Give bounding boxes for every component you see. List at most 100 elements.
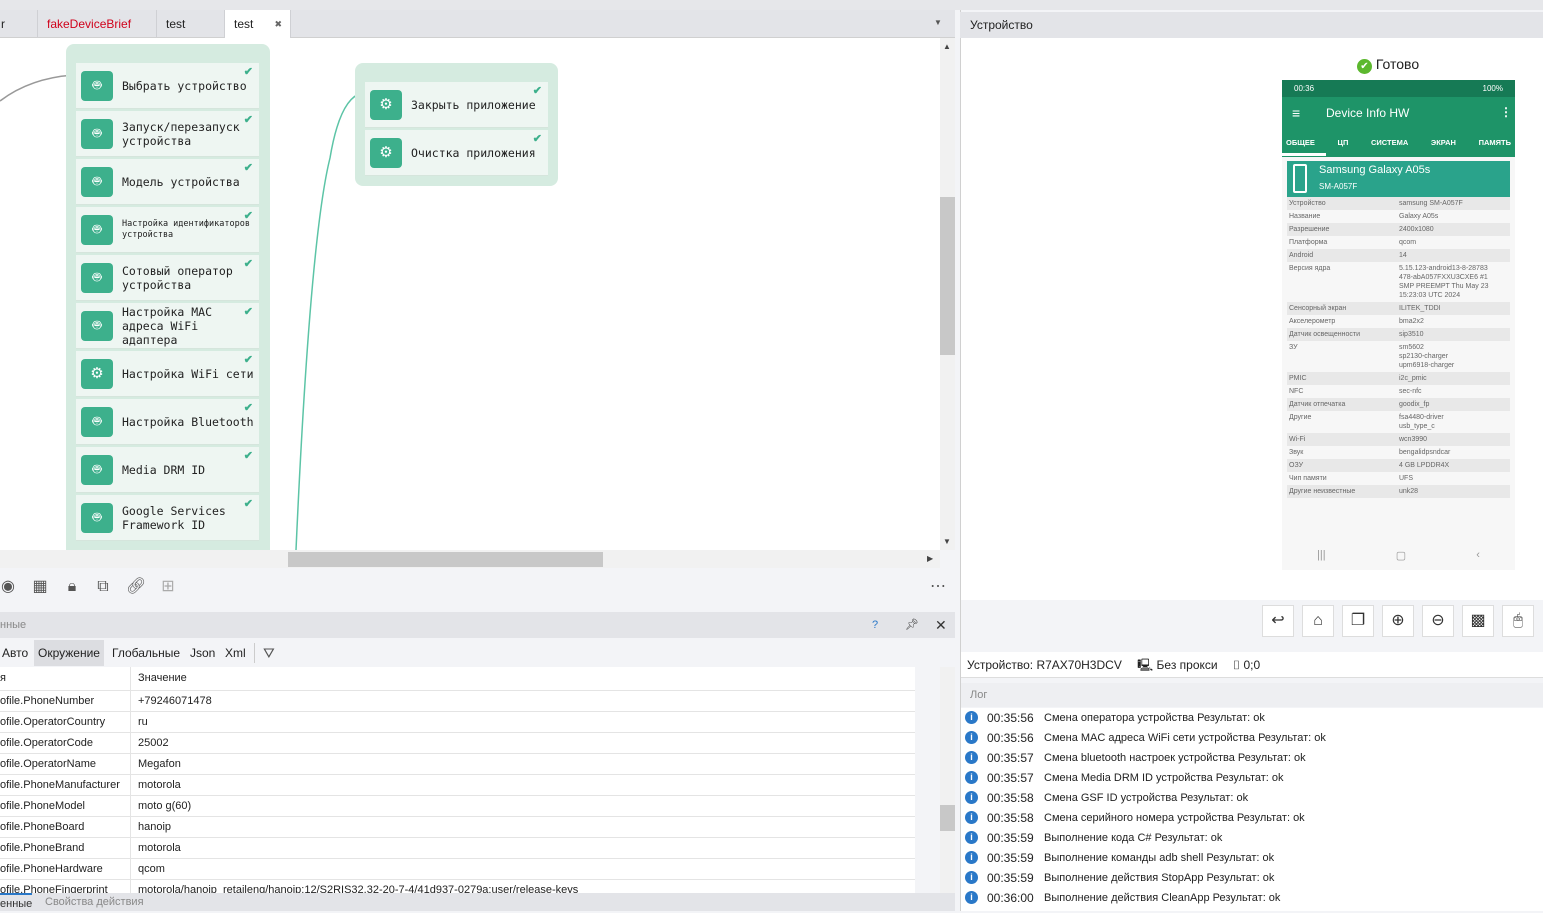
link-icon[interactable]: 🔗︎ bbox=[126, 577, 146, 597]
property-value: fsa4480-driver usb_type_c bbox=[1399, 414, 1444, 430]
action-node[interactable]: ⚙ Настройка WiFi сети ✔ bbox=[76, 351, 259, 397]
phone-tab[interactable]: ПАМЯТЬ bbox=[1479, 138, 1511, 147]
phone-tab[interactable]: ОБЩЕЕ bbox=[1286, 138, 1315, 147]
variables-scroll-thumb[interactable] bbox=[940, 805, 955, 831]
variables-tab[interactable]: Окружение bbox=[34, 640, 104, 666]
property-row: PMIC i2c_pmic bbox=[1287, 372, 1510, 385]
variables-tab[interactable]: Xml bbox=[221, 640, 250, 666]
zoom-out-button[interactable]: ⊖ bbox=[1422, 605, 1454, 637]
variables-vscrollbar[interactable] bbox=[940, 667, 955, 893]
variables-tab[interactable]: Json bbox=[186, 640, 219, 666]
table-row[interactable]: ofile.PhoneFingerprint motorola/hanoip_re… bbox=[0, 880, 915, 893]
variables-tab[interactable]: Глобальные bbox=[108, 640, 184, 666]
info-icon: i bbox=[965, 711, 978, 724]
tabs-dropdown-icon[interactable]: ▼ bbox=[934, 18, 942, 27]
log-message: Смена оператора устройства Результат: ok bbox=[1044, 712, 1265, 724]
action-node[interactable]: 🤖︎ Настройка идентификаторов устройства ✔ bbox=[76, 207, 259, 253]
scroll-down-icon[interactable]: ▼ bbox=[943, 537, 951, 546]
android-icon: 🤖︎ bbox=[81, 311, 113, 341]
table-row[interactable]: ofile.OperatorCode 25002 bbox=[0, 733, 915, 754]
phone-tab[interactable]: ЦП bbox=[1337, 138, 1348, 147]
action-node[interactable]: 🤖︎ Модель устройства ✔ bbox=[76, 159, 259, 205]
more-vert-icon[interactable]: ⋮ bbox=[1500, 105, 1512, 119]
property-row: Wi-Fi wcn3990 bbox=[1287, 433, 1510, 446]
table-row[interactable]: ofile.OperatorName Megafon bbox=[0, 754, 915, 775]
action-node[interactable]: 🤖︎ Выбрать устройство ✔ bbox=[76, 63, 259, 109]
editor-tab[interactable]: test ✖ bbox=[225, 10, 291, 38]
property-name: Платформа bbox=[1289, 239, 1328, 246]
recent-apps-icon[interactable]: ||| bbox=[1317, 549, 1326, 561]
property-row: Android 14 bbox=[1287, 249, 1510, 262]
help-icon[interactable]: ? bbox=[872, 612, 878, 638]
action-node[interactable]: 🤖︎ Запуск/перезапуск устройства ✔ bbox=[76, 111, 259, 157]
table-row[interactable]: ofile.PhoneManufacturer motorola bbox=[0, 775, 915, 796]
table-row[interactable]: ofile.PhoneNumber +79246071478 bbox=[0, 691, 915, 712]
variables-tab[interactable]: Авто bbox=[0, 640, 32, 666]
action-node[interactable]: 🤖︎ Настройка Bluetooth ✔ bbox=[76, 399, 259, 445]
editor-tab[interactable]: test bbox=[157, 10, 225, 38]
pin-icon[interactable]: 📌︎ bbox=[905, 612, 919, 638]
zoom-in-button[interactable]: ⊕ bbox=[1382, 605, 1414, 637]
action-node[interactable]: ⚙ Закрыть приложение ✔ bbox=[365, 82, 548, 128]
variable-name: ofile.OperatorCountry bbox=[0, 712, 131, 733]
property-row: Акселерометр bma2x2 bbox=[1287, 315, 1510, 328]
action-node[interactable]: 🤖︎ Google Services Framework ID ✔ bbox=[76, 495, 259, 541]
variable-name: ofile.PhoneHardware bbox=[0, 859, 131, 880]
property-value: bma2x2 bbox=[1399, 318, 1424, 325]
back-button[interactable]: ↩ bbox=[1262, 605, 1294, 637]
grid-icon[interactable]: ▦ bbox=[30, 577, 50, 597]
editor-tab[interactable]: fakeDeviceBrief bbox=[38, 10, 157, 38]
recent-apps-button[interactable]: ❐ bbox=[1342, 605, 1374, 637]
table-row[interactable]: ofile.OperatorCountry ru bbox=[0, 712, 915, 733]
lock-icon[interactable]: 🔒︎ bbox=[62, 577, 82, 597]
check-icon: ✔ bbox=[243, 162, 253, 174]
screen-capture-button[interactable]: ▩ bbox=[1462, 605, 1494, 637]
action-node-label: Настройка Bluetooth bbox=[122, 415, 254, 429]
table-row[interactable]: ofile.PhoneHardware qcom bbox=[0, 859, 915, 880]
info-icon: i bbox=[965, 751, 978, 764]
mouse-coords: 0;0 bbox=[1243, 658, 1261, 672]
user-icon[interactable]: ◉ bbox=[0, 577, 18, 597]
ready-label: Готово bbox=[1375, 56, 1420, 72]
action-node-label: Настройка MAC адреса WiFi адаптера bbox=[122, 305, 213, 347]
close-icon[interactable]: ✕ bbox=[935, 612, 947, 638]
close-tab-icon[interactable]: ✖ bbox=[274, 10, 282, 38]
filter-icon[interactable]: ⛛ bbox=[263, 640, 275, 666]
phone-screen[interactable]: 00:36 100% ≡ Device Info HW ⋮ ОБЩЕЕ ЦП СИС… bbox=[1282, 80, 1515, 570]
action-node[interactable]: 🤖︎ Настройка MAC адреса WiFi адаптера ✔ bbox=[76, 303, 259, 349]
table-row[interactable]: ofile.PhoneBoard hanoip bbox=[0, 817, 915, 838]
gear-icon: ⚙ bbox=[81, 359, 113, 389]
add-block-icon[interactable]: ⊞ bbox=[158, 577, 178, 597]
more-icon[interactable]: ⋯ bbox=[928, 577, 948, 597]
log-message: Смена MAC адреса WiFi сети устройства Ре… bbox=[1044, 732, 1326, 744]
log-time: 00:35:58 bbox=[987, 811, 1034, 825]
home-button[interactable]: ⌂ bbox=[1302, 605, 1334, 637]
log-message: Выполнение команды adb shell Результат: … bbox=[1044, 852, 1275, 864]
bottom-tab[interactable]: енные bbox=[0, 893, 33, 913]
editor-tab[interactable]: r bbox=[0, 10, 38, 38]
canvas-vscroll-thumb[interactable] bbox=[940, 197, 955, 355]
info-icon: i bbox=[965, 891, 978, 904]
action-node[interactable]: 🤖︎ Сотовый оператор устройства ✔ bbox=[76, 255, 259, 301]
hamburger-menu-icon[interactable]: ≡ bbox=[1292, 105, 1300, 121]
code-file-icon[interactable]: ⧉ bbox=[93, 577, 113, 597]
scroll-up-icon[interactable]: ▲ bbox=[943, 42, 951, 51]
flow-canvas[interactable]: 🤖︎ Выбрать устройство ✔ 🤖︎ Запуск/перезапуск… bbox=[0, 38, 940, 550]
home-icon[interactable]: ▢ bbox=[1396, 549, 1406, 562]
table-row[interactable]: ofile.PhoneModel moto g(60) bbox=[0, 796, 915, 817]
phone-tab[interactable]: ЭКРАН bbox=[1431, 138, 1456, 147]
mouse-mode-button[interactable]: 🖱︎ bbox=[1502, 605, 1534, 637]
canvas-hscroll-thumb[interactable] bbox=[288, 552, 603, 567]
phone-tab[interactable]: СИСТЕМА bbox=[1371, 138, 1408, 147]
editor-tab-label: r bbox=[1, 17, 5, 31]
scroll-right-icon[interactable]: ▶ bbox=[927, 554, 933, 563]
action-node[interactable]: 🤖︎ Media DRM ID ✔ bbox=[76, 447, 259, 493]
action-node[interactable]: ⚙ Очистка приложения ✔ bbox=[365, 130, 548, 176]
back-icon[interactable]: ‹ bbox=[1476, 549, 1480, 561]
check-icon: ✔ bbox=[243, 450, 253, 462]
action-node-label: Media DRM ID bbox=[122, 463, 206, 477]
action-node-label: Закрыть приложение bbox=[411, 98, 536, 112]
table-row[interactable]: ofile.PhoneBrand motorola bbox=[0, 838, 915, 859]
log-message: Смена серийного номера устройства Резуль… bbox=[1044, 812, 1305, 824]
bottom-tab[interactable]: Свойства действия bbox=[45, 893, 144, 911]
